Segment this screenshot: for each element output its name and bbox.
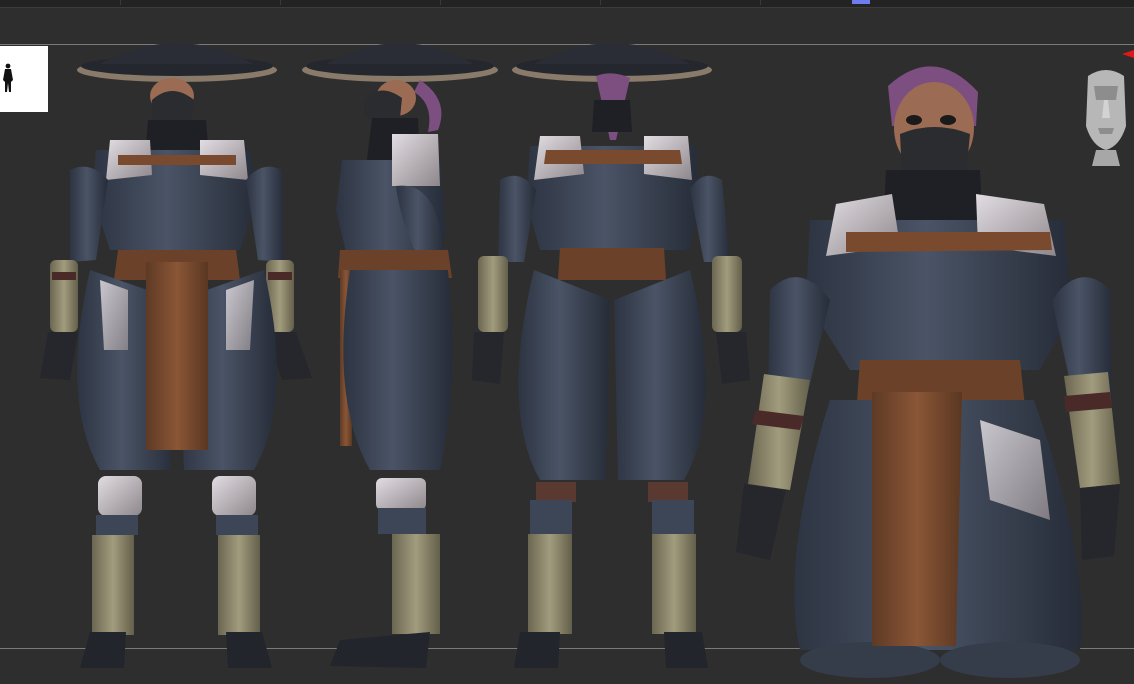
character-front-view[interactable] [40,43,312,668]
character-side-view[interactable] [302,43,498,668]
head-orientation-gizmo[interactable] [1080,66,1132,168]
character-back-view[interactable] [472,43,750,668]
model-viewport[interactable] [0,0,1134,684]
character-closeup-view[interactable] [736,66,1120,678]
zbrush-canvas[interactable] [0,0,1134,684]
